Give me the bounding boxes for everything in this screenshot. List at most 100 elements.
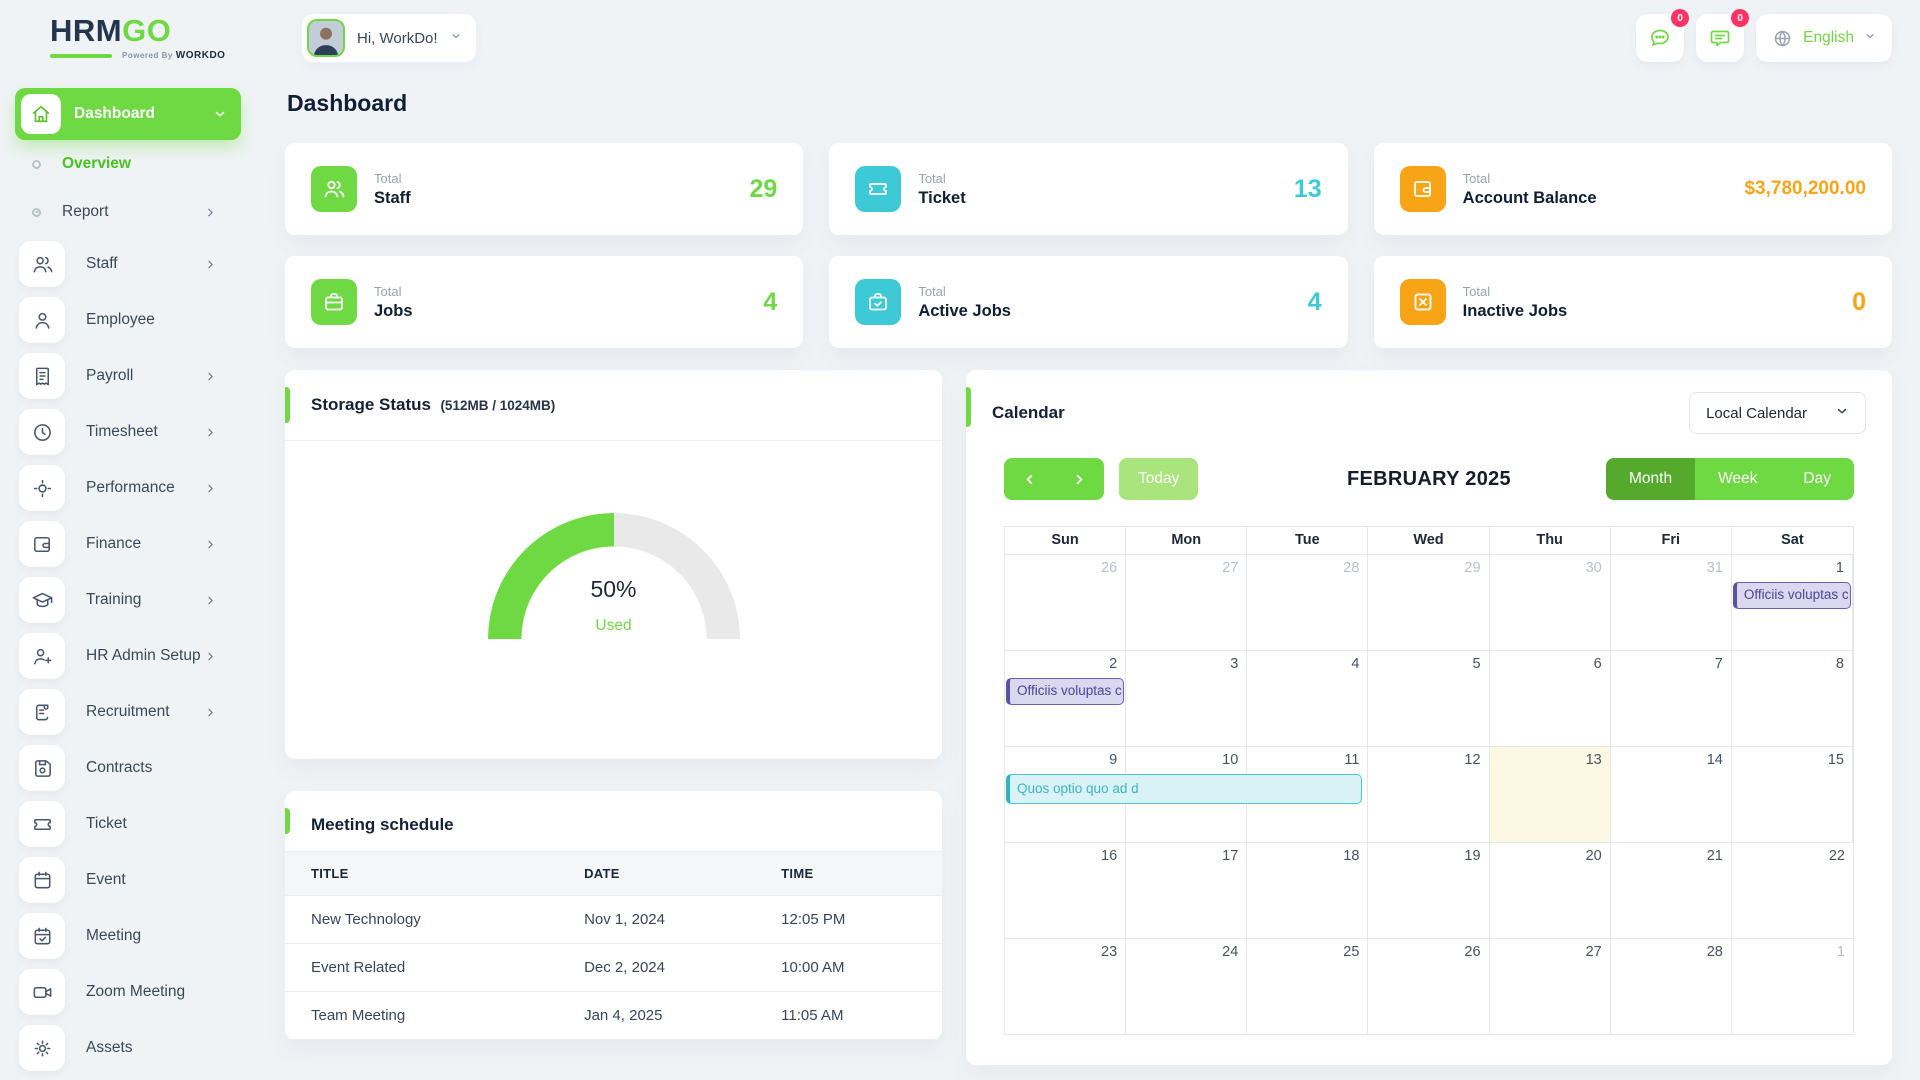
calendar-day-cell[interactable]: 20: [1490, 843, 1611, 938]
messages-button[interactable]: 0: [1636, 14, 1684, 62]
language-selector[interactable]: English: [1756, 14, 1892, 62]
stat-text: TotalTicket: [918, 171, 965, 208]
calendar-day-cell[interactable]: 5: [1368, 651, 1489, 746]
sidebar-item-label: Contracts: [86, 759, 152, 777]
sidebar-item-performance[interactable]: Performance: [15, 460, 241, 516]
calendar-day-cell[interactable]: 1: [1732, 939, 1853, 1034]
sidebar-item-label: HR Admin Setup: [86, 647, 201, 665]
calendar-controls: FEBRUARY 2025 Today MonthWeekDay: [966, 444, 1892, 526]
calendar-view-week[interactable]: Week: [1695, 458, 1780, 500]
calendar-week-row: 16171819202122: [1005, 842, 1853, 938]
stat-prefix: Total: [918, 171, 965, 186]
sidebar-item-payroll[interactable]: Payroll: [15, 348, 241, 404]
sidebar-item-recruitment[interactable]: Recruitment: [15, 684, 241, 740]
calendar-day-cell[interactable]: 28: [1611, 939, 1732, 1034]
calendar-day-cell[interactable]: 27: [1126, 555, 1247, 650]
calendar-event[interactable]: Quos optio quo ad d: [1006, 774, 1362, 804]
meeting-column-time: TIME: [771, 852, 942, 896]
sidebar-item-timesheet[interactable]: Timesheet: [15, 404, 241, 460]
globe-icon: [1772, 28, 1793, 49]
users-icon: [311, 166, 357, 212]
storage-subtitle: (512MB / 1024MB): [440, 398, 555, 413]
calendar-view-month[interactable]: Month: [1606, 458, 1695, 500]
sidebar-item-dashboard[interactable]: Dashboard: [15, 88, 241, 140]
user-menu[interactable]: Hi, WorkDo!: [301, 13, 477, 63]
sidebar-item-assets[interactable]: Assets: [15, 1020, 241, 1076]
calendar-day-cell[interactable]: 31: [1611, 555, 1732, 650]
chat-bubble-icon: [1648, 26, 1672, 50]
calendar-dayheader-mon: Mon: [1126, 527, 1247, 554]
sidebar-item-employee[interactable]: Employee: [15, 292, 241, 348]
calendar-day-cell[interactable]: 7: [1611, 651, 1732, 746]
calendar-day-cell[interactable]: 6: [1490, 651, 1611, 746]
license-icon: [19, 689, 65, 735]
calendar-day-cell[interactable]: 19: [1368, 843, 1489, 938]
app-logo[interactable]: HRMGO Powered By WORKDO: [0, 15, 255, 61]
stat-text: TotalInactive Jobs: [1463, 284, 1568, 321]
notifications-badge: 0: [1731, 9, 1749, 27]
chevron-down-icon: [1864, 29, 1876, 47]
sidebar-item-training[interactable]: Training: [15, 572, 241, 628]
calendar-day-cell[interactable]: 12: [1368, 747, 1489, 842]
sidebar-item-hr-admin-setup[interactable]: HR Admin Setup: [15, 628, 241, 684]
sidebar-subitem-label: Report: [62, 203, 109, 221]
sidebar-item-meeting[interactable]: Meeting: [15, 908, 241, 964]
calendar-day-cell[interactable]: 26: [1368, 939, 1489, 1034]
user-plus-icon: [19, 633, 65, 679]
storage-gauge-zone: 50% Used: [285, 441, 942, 759]
calendar-day-cell[interactable]: 22: [1732, 843, 1853, 938]
sidebar: DashboardOverview Report StaffEmployeePayr…: [0, 76, 255, 1080]
sidebar-subitem-overview[interactable]: Overview: [15, 140, 241, 188]
calendar-view-day[interactable]: Day: [1780, 458, 1854, 500]
sidebar-item-finance[interactable]: Finance: [15, 516, 241, 572]
meeting-title-cell: Team Meeting: [285, 992, 574, 1040]
calendar-dayheader-sat: Sat: [1732, 527, 1853, 554]
calendar-prev-button[interactable]: [1004, 458, 1054, 500]
calendar-next-button[interactable]: [1054, 458, 1104, 500]
calendar-today-button[interactable]: Today: [1119, 458, 1198, 500]
calendar-day-cell[interactable]: 3: [1126, 651, 1247, 746]
calendar-day-cell[interactable]: 26: [1005, 555, 1126, 650]
calendar-day-cell[interactable]: 24: [1126, 939, 1247, 1034]
sidebar-item-contracts[interactable]: Contracts: [15, 740, 241, 796]
calendar-source-select[interactable]: Local Calendar: [1689, 392, 1866, 434]
calendar-day-cell[interactable]: 16: [1005, 843, 1126, 938]
notifications-button[interactable]: 0: [1696, 14, 1744, 62]
stat-text: TotalStaff: [374, 171, 411, 208]
meeting-date-cell: Nov 1, 2024: [574, 896, 771, 944]
sidebar-item-staff[interactable]: Staff: [15, 236, 241, 292]
calendar-event[interactable]: Officiis voluptas c: [1006, 678, 1124, 705]
calendar-day-cell[interactable]: 29: [1368, 555, 1489, 650]
calendar-day-cell[interactable]: 28: [1247, 555, 1368, 650]
calendar-day-cell[interactable]: 15: [1732, 747, 1853, 842]
calendar-day-cell[interactable]: 17: [1126, 843, 1247, 938]
sidebar-item-ticket[interactable]: Ticket: [15, 796, 241, 852]
calendar-day-cell[interactable]: 14: [1611, 747, 1732, 842]
calendar-card-header: Calendar Local Calendar: [966, 370, 1892, 444]
meeting-title-cell: New Technology: [285, 896, 574, 944]
calendar-day-cell[interactable]: 8: [1732, 651, 1853, 746]
stat-card-ticket: TotalTicket13: [829, 143, 1347, 235]
sidebar-item-event[interactable]: Event: [15, 852, 241, 908]
sidebar-subitem-report[interactable]: Report: [15, 188, 241, 236]
calendar-day-cell[interactable]: 25: [1247, 939, 1368, 1034]
left-column: Storage Status (512MB / 1024MB) 50% Used: [285, 370, 942, 1040]
sidebar-item-label: Assets: [86, 1039, 133, 1057]
stat-card-inactive-jobs: TotalInactive Jobs0: [1374, 256, 1892, 348]
user-icon: [19, 297, 65, 343]
meeting-card-header: Meeting schedule: [285, 791, 942, 851]
stat-prefix: Total: [1463, 171, 1597, 186]
calendar-day-cell[interactable]: 18: [1247, 843, 1368, 938]
graduation-cap-icon: [19, 577, 65, 623]
topbar-actions: 0 0 English: [1636, 14, 1892, 62]
calendar-day-cell[interactable]: 27: [1490, 939, 1611, 1034]
chevron-down-icon: [1835, 404, 1849, 422]
calendar-day-cell[interactable]: 30: [1490, 555, 1611, 650]
calendar-day-cell[interactable]: 23: [1005, 939, 1126, 1034]
chevron-right-icon: [204, 206, 217, 219]
calendar-day-cell[interactable]: 4: [1247, 651, 1368, 746]
calendar-event[interactable]: Officiis voluptas c: [1733, 582, 1851, 609]
calendar-day-cell[interactable]: 21: [1611, 843, 1732, 938]
calendar-day-cell-today[interactable]: 13: [1490, 747, 1611, 842]
sidebar-item-zoom-meeting[interactable]: Zoom Meeting: [15, 964, 241, 1020]
